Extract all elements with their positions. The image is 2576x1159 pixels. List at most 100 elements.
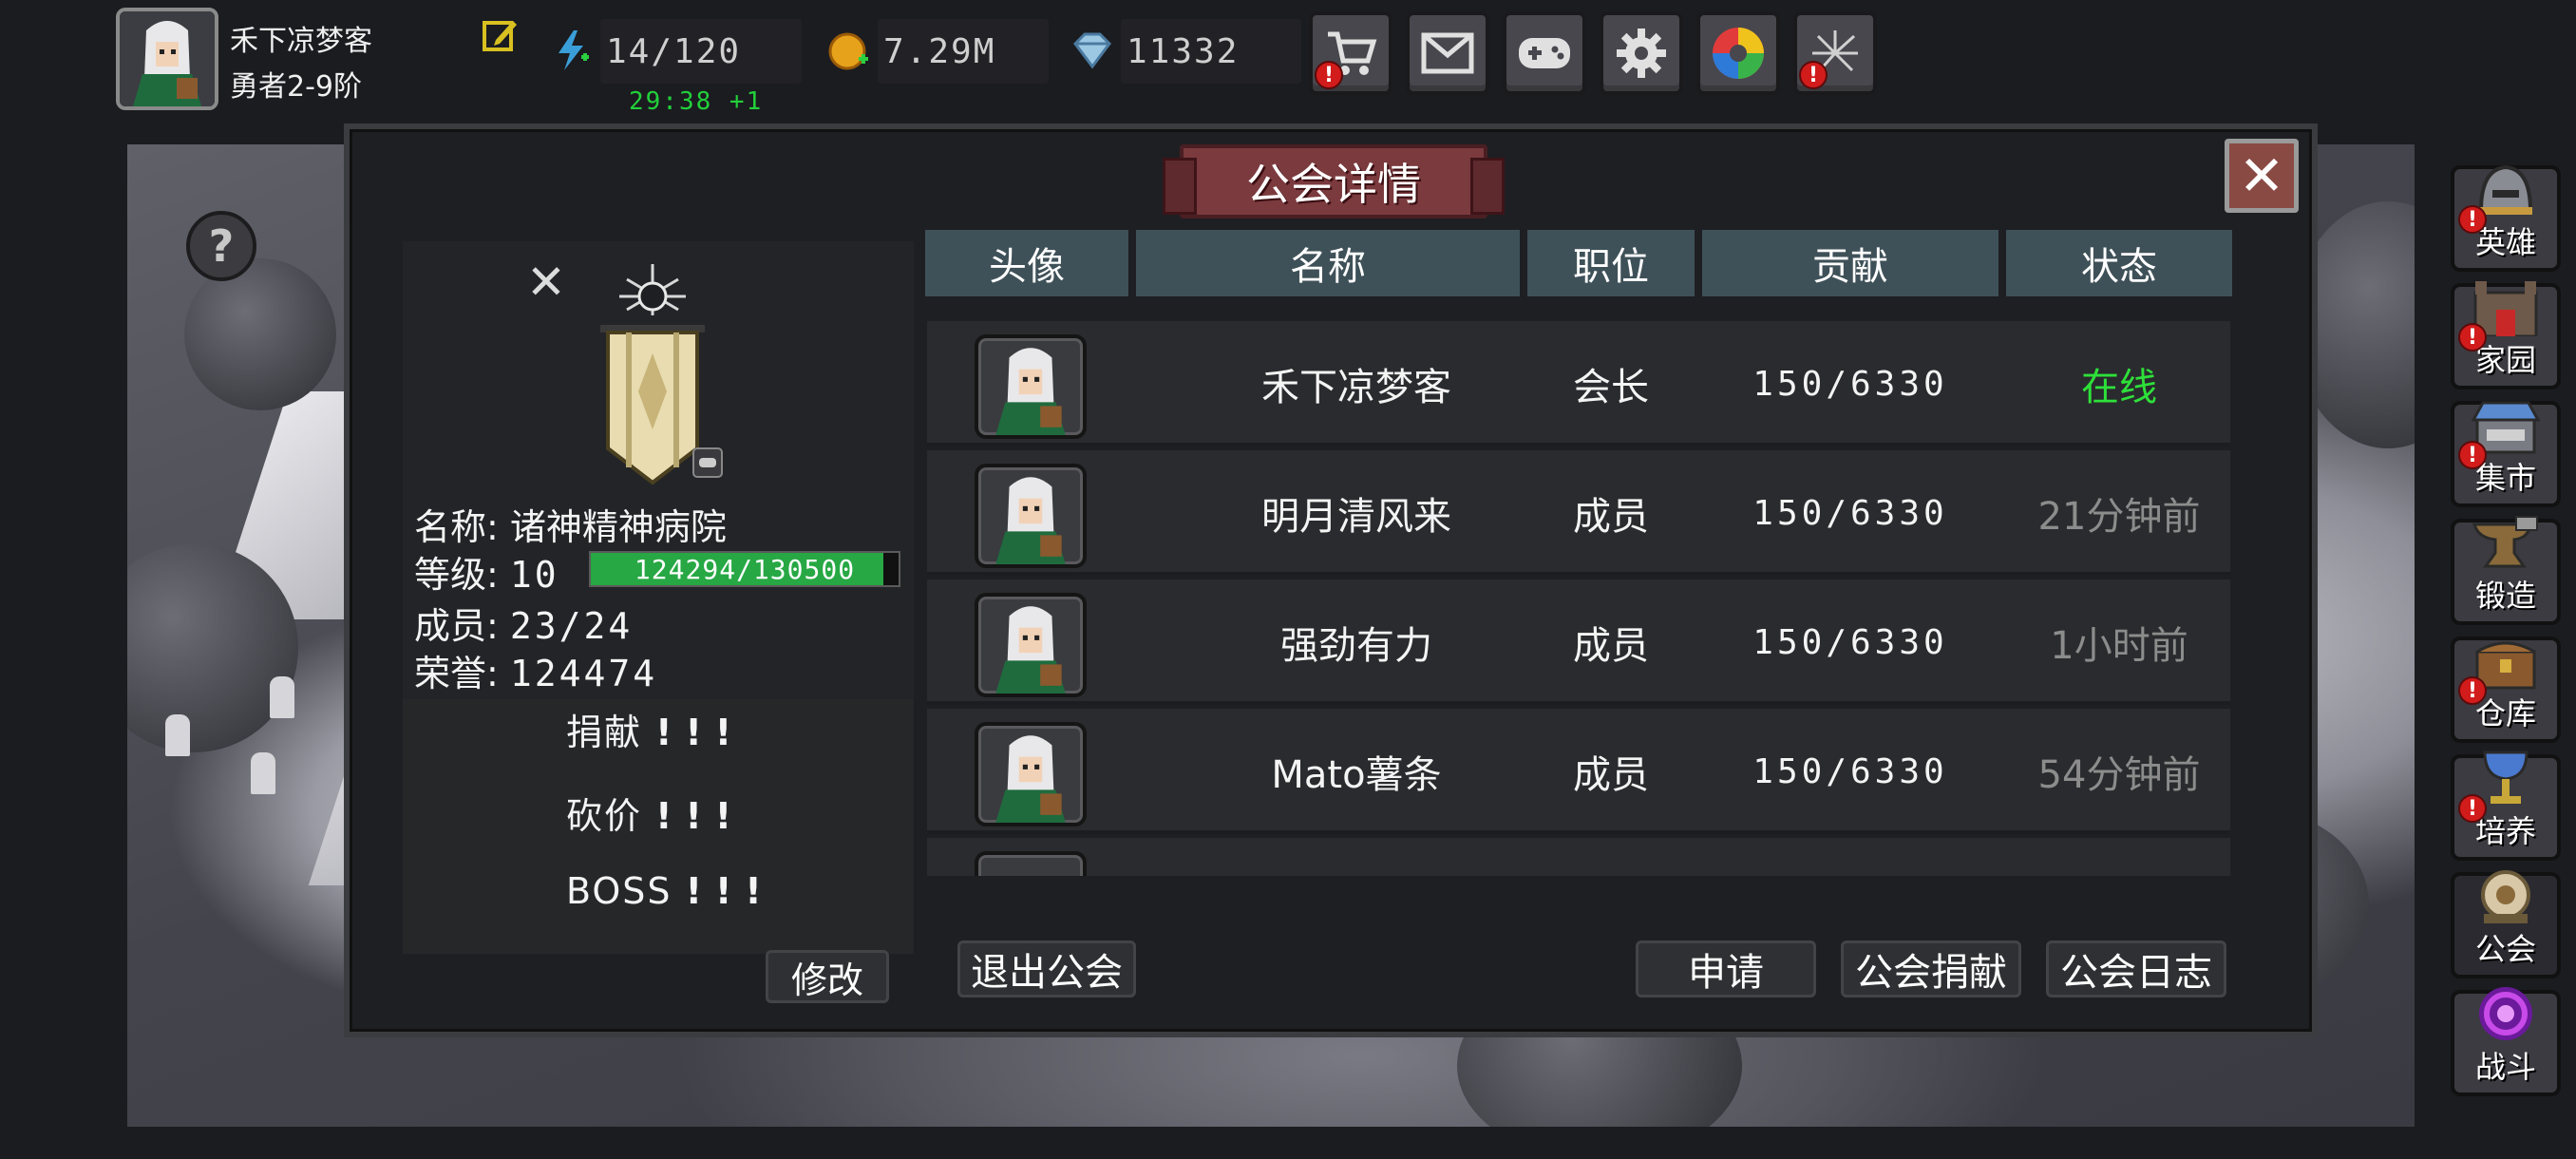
- anvil-icon: [2472, 516, 2538, 568]
- alert-badge: !: [1799, 61, 1828, 89]
- gems-counter: 11332: [1121, 19, 1301, 84]
- guild-xp-text: 124294/130500: [634, 553, 856, 585]
- member-row[interactable]: Mato薯条 成员 150/6330 54分钟前: [927, 709, 2230, 834]
- sidebar-label: 战斗: [2474, 1049, 2536, 1085]
- guild-honor-label: 荣誉:: [414, 653, 499, 694]
- guild-level-label: 等级:: [414, 554, 499, 596]
- sidebar-cultivate[interactable]: 培养 !: [2451, 750, 2561, 861]
- member-row[interactable]: 明月清风来 成员 150/6330 21分钟前: [927, 450, 2230, 576]
- elf-portrait-icon: [995, 606, 1066, 694]
- sidebar-market[interactable]: 集市 !: [2451, 401, 2561, 507]
- gold-coin-icon: [828, 32, 868, 70]
- notice-bargain[interactable]: 砍价 !!!: [566, 787, 745, 839]
- member-status: 21分钟前: [2037, 495, 2201, 539]
- member-role: 会长: [1573, 366, 1649, 409]
- member-status: 在线: [2081, 366, 2157, 409]
- column-header-role: 职位: [1527, 230, 1695, 296]
- sidebar-label: 锻造: [2474, 578, 2536, 614]
- guild-icon: [2481, 870, 2530, 923]
- member-role: 成员: [1573, 624, 1649, 668]
- notice-label: 捐献: [566, 712, 643, 753]
- member-status: 54分钟前: [2037, 753, 2201, 797]
- energy-value: 14/120: [606, 31, 742, 71]
- alert-badge: !: [1315, 61, 1343, 89]
- elf-portrait-icon: [995, 348, 1066, 435]
- guild-xp-bar: 124294/130500: [589, 551, 900, 587]
- member-name: Mato薯条: [1271, 753, 1442, 797]
- member-contribution: 150/6330: [1752, 364, 1948, 404]
- mail-icon: [1421, 32, 1474, 74]
- member-avatar[interactable]: [975, 722, 1087, 826]
- member-row[interactable]: 禾下凉梦客 会长 150/6330 在线: [927, 321, 2230, 446]
- color-wheel-button[interactable]: [1696, 11, 1780, 95]
- help-button[interactable]: ?: [186, 211, 256, 281]
- guild-members-label: 成员:: [414, 605, 499, 647]
- player-avatar[interactable]: [116, 8, 218, 110]
- elf-portrait-icon: [995, 477, 1066, 564]
- sidebar-home[interactable]: 家园 !: [2451, 281, 2561, 390]
- portal-icon: [2479, 987, 2532, 1040]
- edit-notice-button[interactable]: 修改: [766, 950, 889, 1003]
- color-wheel-icon: [1713, 28, 1764, 79]
- notice-marks: !!!: [655, 712, 746, 753]
- fireworks-button[interactable]: !: [1793, 11, 1877, 95]
- column-header-name: 名称: [1136, 230, 1520, 296]
- close-icon: ✕: [2238, 143, 2285, 208]
- sidebar-warehouse[interactable]: 仓库 !: [2451, 636, 2561, 743]
- apply-button[interactable]: 申请: [1636, 940, 1816, 998]
- member-role: 成员: [1573, 753, 1649, 797]
- member-row-partial[interactable]: [927, 838, 2230, 876]
- leave-guild-button[interactable]: 退出公会: [957, 940, 1136, 998]
- gold-value: 7.29M: [883, 31, 996, 71]
- gem-icon: [1073, 32, 1111, 69]
- notice-marks: !!!: [655, 795, 746, 837]
- notice-donate[interactable]: 捐献 !!!: [566, 703, 745, 755]
- guild-name-label: 名称:: [414, 506, 499, 548]
- sidebar-forge[interactable]: 锻造: [2451, 516, 2561, 625]
- energy-icon: [559, 30, 589, 70]
- alert-badge: !: [2458, 676, 2487, 705]
- member-role: 成员: [1573, 495, 1649, 539]
- column-header-avatar: 头像: [925, 230, 1128, 296]
- energy-counter: 14/120: [600, 19, 802, 84]
- guild-level: 10: [509, 554, 559, 596]
- notice-marks: !!!: [685, 870, 775, 912]
- sidebar-battle[interactable]: 战斗: [2451, 987, 2561, 1096]
- guild-members-row: 成员: 23/24: [414, 597, 633, 649]
- close-dialog-button[interactable]: ✕: [2225, 139, 2299, 213]
- dismiss-icon[interactable]: ✕: [526, 255, 566, 310]
- member-row[interactable]: 强劲有力 成员 150/6330 1小时前: [927, 580, 2230, 705]
- column-header-contribution: 贡献: [1702, 230, 1998, 296]
- guild-donate-button[interactable]: 公会捐献: [1841, 940, 2021, 998]
- notice-boss[interactable]: BOSS !!!: [566, 870, 775, 912]
- gamepad-icon: [1519, 38, 1570, 68]
- guild-name: 诸神精神病院: [509, 506, 727, 548]
- sidebar-guild[interactable]: 公会: [2451, 870, 2561, 978]
- member-avatar[interactable]: [975, 334, 1087, 439]
- mail-button[interactable]: [1406, 11, 1489, 95]
- guild-honor: 124474: [509, 653, 658, 694]
- alert-badge: !: [2458, 205, 2487, 234]
- guild-log-button[interactable]: 公会日志: [2046, 940, 2226, 998]
- energy-timer: 29:38 +1: [629, 87, 764, 116]
- column-header-status: 状态: [2006, 230, 2232, 296]
- guild-emblem[interactable]: [581, 258, 724, 486]
- edit-name-icon[interactable]: [481, 17, 519, 55]
- elf-portrait-icon: [995, 735, 1066, 823]
- notice-label: 砍价: [566, 795, 643, 837]
- sidebar-heroes[interactable]: 英雄 !: [2451, 164, 2561, 272]
- member-list: 禾下凉梦客 会长 150/6330 在线 明月清风来 成员 150/6330 2…: [927, 321, 2230, 876]
- member-avatar[interactable]: [975, 464, 1087, 568]
- dialog-title: 公会详情: [1163, 144, 1505, 218]
- member-avatar[interactable]: [975, 851, 1087, 876]
- gamepad-button[interactable]: [1503, 11, 1586, 95]
- member-avatar[interactable]: [975, 593, 1087, 697]
- guild-honor-row: 荣誉: 124474: [414, 644, 657, 696]
- member-name: 明月清风来: [1261, 495, 1451, 539]
- settings-button[interactable]: [1600, 11, 1683, 95]
- guild-members: 23/24: [509, 605, 634, 647]
- shop-cart-button[interactable]: !: [1309, 11, 1392, 95]
- goblet-icon: [2483, 750, 2529, 804]
- gear-icon: [1617, 28, 1666, 78]
- notice-label: BOSS: [566, 870, 672, 912]
